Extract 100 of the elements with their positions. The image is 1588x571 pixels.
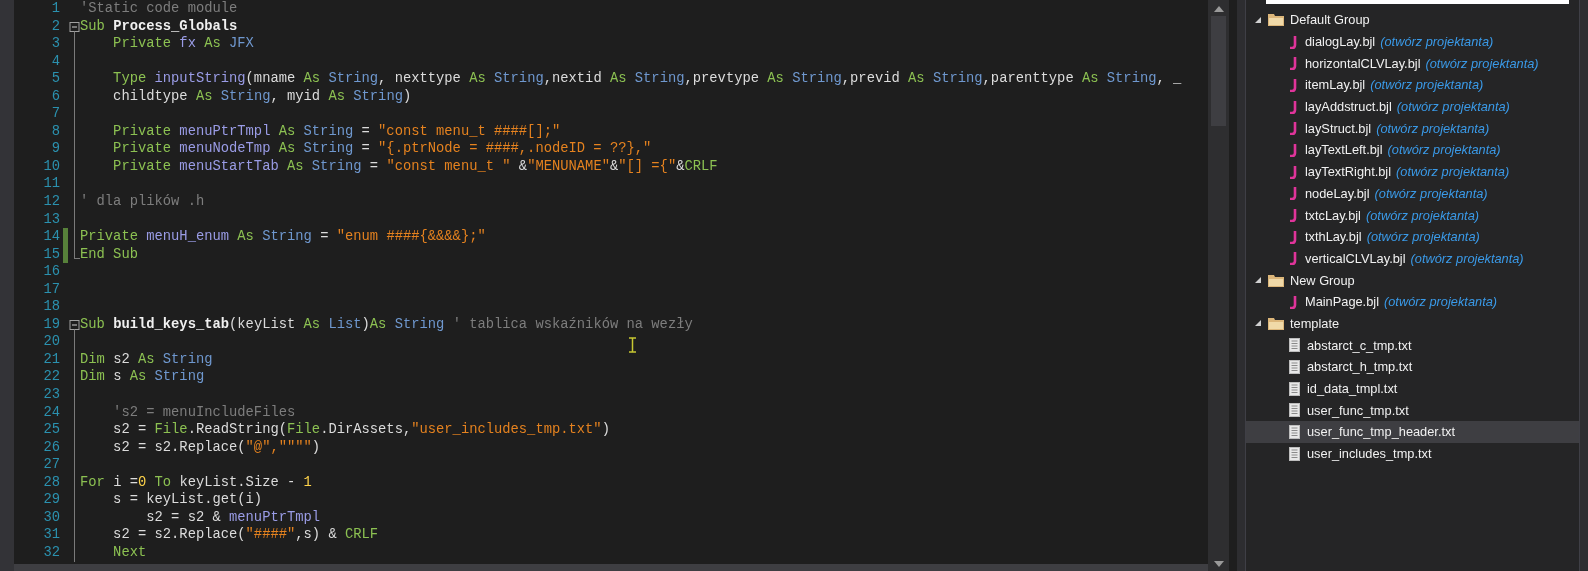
line-number: 4 <box>50 52 60 71</box>
open-designer-link[interactable]: (otwórz projektanta) <box>1387 142 1501 158</box>
open-designer-link[interactable]: (otwórz projektanta) <box>1410 250 1524 266</box>
code-line: Private menuStartTab As String = "const menu_t " &"MENUNAME"&"[] ={"&CRLF <box>112 157 718 176</box>
code-line: s2 = File.ReadString(File.DirAssets,"user_includes_tmp.txt") <box>112 421 610 439</box>
line-number: 21 <box>42 350 60 369</box>
open-designer-link[interactable]: (otwórz projektanta) <box>1370 77 1484 93</box>
group-label[interactable]: Default Group <box>1290 12 1370 28</box>
vertical-scrollbar[interactable] <box>1208 0 1229 571</box>
line-number: 6 <box>50 87 60 106</box>
code-line: 's2 = menuIncludeFiles <box>112 403 296 422</box>
expand-icon[interactable] <box>1254 15 1262 24</box>
line-number: 32 <box>42 543 60 562</box>
code-line: 'Static code module <box>80 0 238 18</box>
code-line: s2 = s2.Replace("####",s) & CRLF <box>112 526 379 544</box>
j-letter-icon <box>1289 208 1298 223</box>
line-number: 11 <box>42 175 60 193</box>
line-number: 26 <box>42 438 60 457</box>
line-number: 24 <box>42 403 60 422</box>
line-number: 13 <box>42 210 60 229</box>
scroll-up-icon[interactable] <box>1213 6 1224 12</box>
line-number: 30 <box>42 508 60 527</box>
j-letter-icon <box>1289 34 1298 49</box>
line-number: 31 <box>42 526 60 544</box>
code-line: Dim s2 As String <box>80 350 213 369</box>
tree-item[interactable]: verticalCLVLay.bjl (otwórz projektanta) <box>1246 247 1579 270</box>
line-number: 27 <box>42 456 60 474</box>
open-designer-link[interactable]: (otwórz projektanta) <box>1376 120 1490 136</box>
tree-item[interactable]: layTextRight.bjl (otwórz projektanta) <box>1246 160 1579 183</box>
tree-item[interactable]: layTextLeft.bjl (otwórz projektanta) <box>1246 139 1579 161</box>
document-icon <box>1289 338 1300 353</box>
j-letter-icon <box>1289 186 1298 201</box>
tree-item[interactable]: horizontalCLVLay.bjl (otwórz projektanta) <box>1246 52 1579 75</box>
line-number: 15 <box>42 245 60 264</box>
scroll-down-icon[interactable] <box>1213 561 1224 567</box>
code-line: s2 = s2 & menuPtrTmpl <box>145 508 321 527</box>
code-line: childtype As String, myid As String) <box>112 87 412 106</box>
document-icon <box>1289 381 1300 396</box>
open-designer-link[interactable]: (otwórz projektanta) <box>1366 229 1480 245</box>
code-line: Private fx As JFX <box>112 35 254 53</box>
line-number: 1 <box>50 0 60 18</box>
line-number: 9 <box>50 140 60 158</box>
open-designer-link[interactable]: (otwórz projektanta) <box>1396 99 1510 115</box>
folder-icon <box>1268 13 1284 27</box>
tree-item[interactable]: txtcLay.bjl (otwórz projektanta) <box>1246 204 1579 226</box>
line-number: 2 <box>50 17 60 36</box>
code-line: Private menuPtrTmpl As String = "const menu_t ####[];" <box>112 122 561 141</box>
code-line: Next <box>112 543 147 562</box>
open-designer-link[interactable]: (otwórz projektanta) <box>1384 294 1498 310</box>
group-label[interactable]: New Group <box>1290 272 1355 288</box>
tree-item[interactable]: abstarct_h_tmp.txt <box>1246 356 1579 378</box>
tree-item[interactable]: user_includes_tmp.txt <box>1246 442 1579 465</box>
folder-icon <box>1268 273 1284 287</box>
line-number: 16 <box>42 263 60 281</box>
j-letter-icon <box>1289 229 1298 244</box>
line-number: 29 <box>42 491 60 509</box>
code-line: Type inputString(mname As String, nexttype As String,nextid As String,prevtype As String,previd As String,parenttype As String, _ <box>112 70 1182 88</box>
tree-item[interactable]: nodeLay.bjl (otwórz projektanta) <box>1246 182 1579 205</box>
horizontal-scrollbar[interactable] <box>14 564 1208 571</box>
expand-icon[interactable] <box>1254 276 1262 285</box>
tree-item[interactable]: itemLay.bjl (otwórz projektanta) <box>1246 74 1579 96</box>
j-letter-icon <box>1289 142 1298 157</box>
tree-item[interactable]: dialogLay.bjl (otwórz projektanta) <box>1246 30 1579 53</box>
open-designer-link[interactable]: (otwórz projektanta) <box>1425 55 1539 71</box>
line-number: 3 <box>50 35 60 53</box>
line-number: 12 <box>42 193 60 211</box>
line-number: 25 <box>42 421 60 439</box>
open-designer-link[interactable]: (otwórz projektanta) <box>1374 185 1488 201</box>
document-icon <box>1289 359 1300 374</box>
j-letter-icon <box>1289 99 1298 114</box>
line-number: 28 <box>42 473 60 492</box>
open-designer-link[interactable]: (otwórz projektanta) <box>1365 207 1480 223</box>
document-icon <box>1289 403 1300 418</box>
tree-item[interactable]: MainPage.bjl (otwórz projektanta) <box>1246 290 1579 313</box>
line-number: 14 <box>42 228 60 246</box>
tree-item[interactable]: id_data_tmpl.txt <box>1246 377 1579 400</box>
code-line: Sub build_keys_tab(keyList As List)As String ' tablica wskaźników na wezły <box>80 315 693 334</box>
line-number: 19 <box>42 315 60 334</box>
open-designer-link[interactable]: (otwórz projektanta) <box>1396 164 1510 180</box>
code-line: s2 = s2.Replace("@","""") <box>112 438 321 457</box>
search-field[interactable] <box>1266 0 1569 4</box>
j-letter-icon <box>1289 56 1298 71</box>
tree-item[interactable]: user_func_tmp_header.txt <box>1246 421 1579 443</box>
document-icon <box>1289 446 1300 461</box>
tree-item[interactable]: abstarct_c_tmp.txt <box>1246 334 1579 356</box>
open-designer-link[interactable]: (otwórz projektanta) <box>1380 34 1494 50</box>
code-line: s = keyList.get(i) <box>112 491 263 509</box>
tree-item[interactable]: txthLay.bjl (otwórz projektanta) <box>1246 225 1579 248</box>
expand-icon[interactable] <box>1254 319 1262 328</box>
tree-item[interactable]: layAddstruct.bjl (otwórz projektanta) <box>1246 95 1579 118</box>
line-number: 20 <box>42 333 60 351</box>
code-line: Private menuNodeTmp As String = "{.ptrNode = ####,.nodeID = ??}," <box>112 140 652 158</box>
line-number: 23 <box>42 386 60 404</box>
j-letter-icon <box>1289 121 1298 136</box>
code-line: Dim s As String <box>80 368 205 387</box>
code-line: For i =0 To keyList.Size - 1 <box>80 473 312 492</box>
j-letter-icon <box>1289 294 1298 309</box>
tree-item[interactable]: layStruct.bjl (otwórz projektanta) <box>1246 117 1579 140</box>
group-label[interactable]: template <box>1290 315 1340 331</box>
tree-item[interactable]: user_func_tmp.txt <box>1246 399 1579 422</box>
